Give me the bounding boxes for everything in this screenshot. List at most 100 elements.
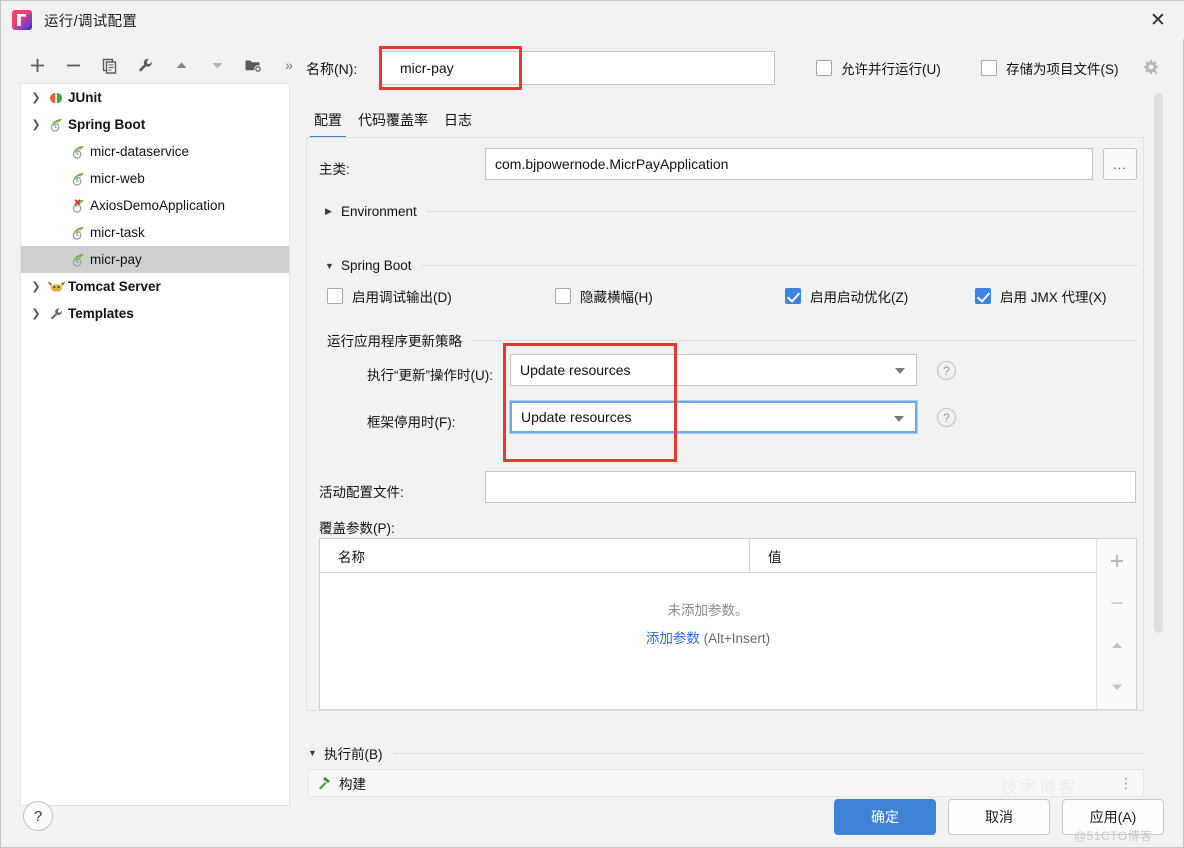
checkbox-label: 启用调试输出(D) <box>352 290 452 305</box>
on-update-action-label: 执行“更新”操作时(U): <box>367 368 493 383</box>
triangle-down-icon[interactable]: ▼ <box>308 748 324 758</box>
checkbox-box <box>816 60 832 76</box>
folder-add-icon[interactable] <box>235 49 271 81</box>
remove-configuration-button[interactable] <box>55 49 91 81</box>
chevron-down-icon[interactable]: ❯ <box>25 118 47 131</box>
add-configuration-button[interactable] <box>19 49 55 81</box>
configurations-tree[interactable]: ❯ JUnit ❯ Spring Boot micr-dataservice m… <box>20 83 290 806</box>
dialog-title: 运行/调试配置 <box>44 13 138 30</box>
configuration-panel: 主类: com.bjpowernode.MicrPayApplication .… <box>306 138 1144 711</box>
column-header-value[interactable]: 值 <box>750 539 1096 572</box>
tree-item-junit[interactable]: ❯ JUnit <box>21 84 289 111</box>
table-header: 名称 值 <box>320 539 1096 573</box>
override-parameters-table: 名称 值 未添加参数。 添加参数 (Alt+Insert) <box>319 538 1137 710</box>
checkbox-box <box>981 60 997 76</box>
ok-button[interactable]: 确定 <box>834 799 936 835</box>
triangle-up-icon[interactable] <box>163 49 199 81</box>
before-launch-section-header[interactable]: ▼ 执行前(B) <box>308 743 1144 763</box>
tab-code-coverage[interactable]: 代码覆盖率 <box>350 110 436 138</box>
override-parameters-label: 覆盖参数(P): <box>319 521 395 536</box>
on-update-help-icon[interactable]: ? <box>937 361 956 380</box>
column-header-name[interactable]: 名称 <box>320 539 750 572</box>
run-debug-configurations-dialog: 运行/调试配置 ✕ » ❯ JUnit ❯ Spring Boot micr-d… <box>0 0 1184 848</box>
help-button[interactable]: ? <box>23 801 53 831</box>
tomcat-icon <box>47 279 68 295</box>
main-class-label: 主类: <box>319 162 350 177</box>
enable-jmx-agent-checkbox[interactable]: 启用 JMX 代理(X) <box>975 286 1107 306</box>
tree-item-micr-dataservice[interactable]: micr-dataservice <box>21 138 289 165</box>
triangle-right-icon[interactable]: ▶ <box>325 206 341 217</box>
tab-logs[interactable]: 日志 <box>436 110 480 138</box>
gear-dropdown-icon[interactable] <box>1140 57 1162 79</box>
chevron-right-icon[interactable]: ❯ <box>25 91 47 104</box>
section-divider-line <box>472 339 1137 341</box>
tree-item-label: micr-task <box>90 225 145 240</box>
tree-item-micr-task[interactable]: micr-task <box>21 219 289 246</box>
add-parameter-link[interactable]: 添加参数 <box>646 631 700 646</box>
tree-item-label: Templates <box>68 306 134 321</box>
hide-banner-checkbox[interactable]: 隐藏横幅(H) <box>555 286 653 306</box>
tree-item-templates[interactable]: ❯ Templates <box>21 300 289 327</box>
close-icon[interactable]: ✕ <box>1131 1 1184 39</box>
build-hammer-icon <box>317 775 333 791</box>
table-empty-state: 未添加参数。 添加参数 (Alt+Insert) <box>320 599 1096 647</box>
chevron-down-icon <box>894 416 904 422</box>
tab-configuration[interactable]: 配置 <box>306 110 350 139</box>
checkbox-label: 启用 JMX 代理(X) <box>1000 290 1107 305</box>
main-class-browse-button[interactable]: ... <box>1103 148 1137 180</box>
on-frame-deactivation-dropdown[interactable]: Update resources <box>510 401 917 433</box>
tree-item-micr-pay[interactable]: micr-pay <box>21 246 289 273</box>
allow-parallel-run-checkbox[interactable]: 允许并行运行(U) <box>816 58 941 78</box>
copy-configuration-button[interactable] <box>91 49 127 81</box>
name-input[interactable]: micr-pay <box>381 51 775 85</box>
spring-boot-section-header[interactable]: ▼ Spring Boot <box>325 258 1137 273</box>
triangle-down-icon[interactable]: ▼ <box>325 261 341 271</box>
triangle-down-icon[interactable] <box>199 49 235 81</box>
checkbox-box <box>555 288 571 304</box>
junit-icon <box>47 90 68 106</box>
cancel-button[interactable]: 取消 <box>948 799 1050 835</box>
section-divider-line <box>421 265 1137 266</box>
tree-item-label: JUnit <box>68 90 102 105</box>
remove-parameter-button[interactable] <box>1105 591 1129 615</box>
checkbox-label: 存储为项目文件(S) <box>1006 62 1119 77</box>
on-frame-deactivation-help-icon[interactable]: ? <box>937 408 956 427</box>
chevron-down-icon <box>895 368 905 374</box>
tree-item-micr-web[interactable]: micr-web <box>21 165 289 192</box>
checkbox-label: 隐藏横幅(H) <box>580 290 653 305</box>
wrench-icon[interactable] <box>127 49 163 81</box>
tree-item-tomcat-server[interactable]: ❯ Tomcat Server <box>21 273 289 300</box>
tree-item-axiosdemoapplication[interactable]: AxiosDemoApplication <box>21 192 289 219</box>
table-side-toolbar <box>1096 539 1136 709</box>
enable-launch-optimization-checkbox[interactable]: 启用启动优化(Z) <box>785 286 908 306</box>
checkbox-label: 启用启动优化(Z) <box>810 290 909 305</box>
chevron-right-icon[interactable]: ❯ <box>25 280 47 293</box>
name-label: 名称(N): <box>306 61 358 77</box>
tree-item-label: micr-pay <box>90 252 142 267</box>
on-update-action-dropdown[interactable]: Update resources <box>510 354 917 386</box>
update-policy-group-title: 运行应用程序更新策略 <box>327 334 462 349</box>
spring-error-icon <box>69 198 90 214</box>
store-as-project-file-checkbox[interactable]: 存储为项目文件(S) <box>981 58 1119 78</box>
add-parameter-shortcut: (Alt+Insert) <box>699 631 771 646</box>
move-parameter-up-button[interactable] <box>1105 633 1129 657</box>
tree-item-label: AxiosDemoApplication <box>90 198 226 213</box>
tree-item-label: Spring Boot <box>68 117 146 132</box>
dialog-titlebar: 运行/调试配置 ✕ <box>1 1 1184 39</box>
environment-section-header[interactable]: ▶ Environment <box>325 204 1137 219</box>
checkbox-box <box>975 288 991 304</box>
main-scrollbar-thumb[interactable] <box>1154 93 1163 633</box>
move-parameter-down-button[interactable] <box>1105 675 1129 699</box>
wrench-icon <box>47 306 68 322</box>
chevron-right-icon[interactable]: ❯ <box>25 307 47 320</box>
empty-state-action-row: 添加参数 (Alt+Insert) <box>320 627 1096 647</box>
before-launch-title: 执行前(B) <box>324 747 383 762</box>
checkbox-label: 允许并行运行(U) <box>841 62 941 77</box>
active-profiles-input[interactable] <box>485 471 1136 503</box>
chevron-double-right-icon[interactable]: » <box>271 49 307 81</box>
add-parameter-button[interactable] <box>1105 549 1129 573</box>
enable-debug-output-checkbox[interactable]: 启用调试输出(D) <box>327 286 452 306</box>
main-class-input[interactable]: com.bjpowernode.MicrPayApplication <box>485 148 1093 180</box>
tree-item-spring-boot[interactable]: ❯ Spring Boot <box>21 111 289 138</box>
before-launch-more-icon[interactable]: ⋮ <box>1119 775 1133 792</box>
